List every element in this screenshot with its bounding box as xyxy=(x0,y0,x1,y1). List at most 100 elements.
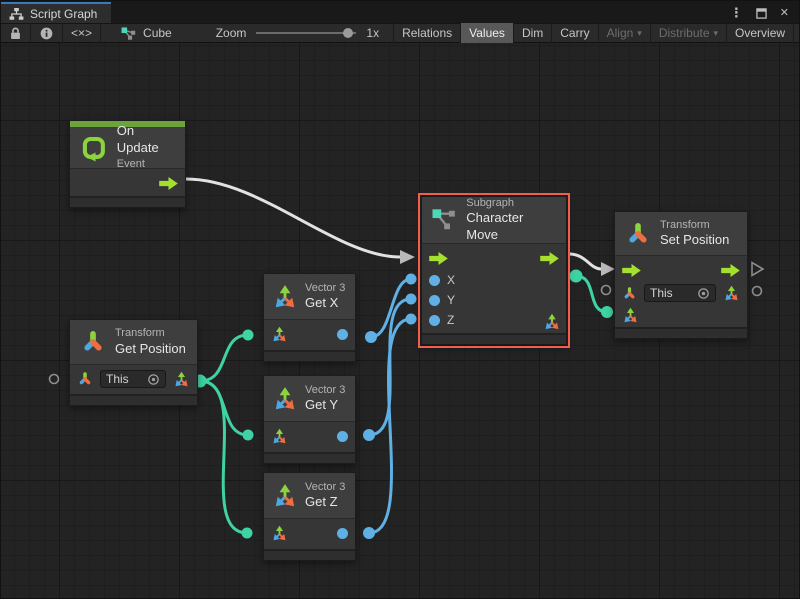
vector3-in-port-icon[interactable] xyxy=(622,307,639,324)
distribute-label: Distribute xyxy=(659,26,710,40)
value-out-port[interactable] xyxy=(337,329,348,340)
port-dot-getz-in[interactable] xyxy=(242,528,253,539)
port-dot-getx-out[interactable] xyxy=(365,331,377,343)
overview-button[interactable]: Overview xyxy=(727,23,793,43)
distribute-button[interactable]: Distribute ▾ xyxy=(651,23,726,43)
graph-canvas[interactable]: On Update Event Transform Get Position xyxy=(1,43,799,598)
port-dot-getx-in[interactable] xyxy=(243,330,254,341)
maximize-icon[interactable] xyxy=(756,8,767,19)
wire-charactermove-to-setposition-value[interactable] xyxy=(576,276,607,312)
graph-breadcrumb[interactable]: Cube xyxy=(113,23,180,43)
zoom-slider-handle[interactable] xyxy=(343,28,353,38)
value-out-port[interactable] xyxy=(337,431,348,442)
node-title: Get Z xyxy=(305,494,345,511)
port-dot-getz-out[interactable] xyxy=(363,527,375,539)
port-dot-charactermove-y[interactable] xyxy=(406,294,417,305)
align-button[interactable]: Align ▾ xyxy=(599,23,650,43)
flow-out-port[interactable] xyxy=(540,252,559,265)
node-header: Vector 3 Get X xyxy=(264,274,355,320)
carry-button[interactable]: Carry xyxy=(552,23,597,43)
vector3-icon xyxy=(272,386,298,412)
value-in-port-x[interactable] xyxy=(429,275,440,286)
node-header: Subgraph Character Move xyxy=(422,197,566,244)
window-controls: ⋮ ✕ xyxy=(730,6,799,23)
node-on-update[interactable]: On Update Event xyxy=(69,120,186,208)
port-dot-setposition-value-in[interactable] xyxy=(601,306,613,318)
lock-button[interactable] xyxy=(1,23,30,43)
node-get-y[interactable]: Vector 3 Get Y xyxy=(263,375,356,464)
zoom-slider-track[interactable] xyxy=(256,32,356,34)
node-get-position[interactable]: Transform Get Position This xyxy=(69,319,198,406)
port-circle-setposition-target[interactable] xyxy=(602,286,611,295)
port-dot-gety-in[interactable] xyxy=(243,430,254,441)
vector3-icon xyxy=(272,483,298,509)
info-button[interactable] xyxy=(31,23,62,43)
node-set-position[interactable]: Transform Set Position This xyxy=(614,211,748,339)
fullscreen-button[interactable]: Full Screen xyxy=(794,23,800,43)
node-character-move[interactable]: Subgraph Character Move X Y xyxy=(421,196,567,345)
value-out-port[interactable] xyxy=(337,528,348,539)
relations-button[interactable]: Relations xyxy=(394,23,460,43)
port-dot-charactermove-z[interactable] xyxy=(406,314,417,325)
vector3-out-port-icon[interactable] xyxy=(543,313,561,331)
node-title: Get Position xyxy=(115,341,186,358)
target-object-field[interactable]: This xyxy=(644,284,716,302)
tab-title: Script Graph xyxy=(30,7,97,21)
wire-getx-to-charactermove[interactable] xyxy=(371,279,411,337)
target-object-field[interactable]: This xyxy=(100,370,166,388)
vector3-out-port-icon[interactable] xyxy=(723,285,740,302)
close-icon[interactable]: ✕ xyxy=(780,6,789,20)
wire-getposition-to-getx[interactable] xyxy=(200,335,248,381)
node-footer xyxy=(615,327,747,338)
graph-tree-icon xyxy=(9,8,24,20)
graph-asset-icon xyxy=(121,27,136,40)
node-footer xyxy=(264,452,355,463)
port-circle-setposition-value-out[interactable] xyxy=(753,287,762,296)
port-circle-getposition-target[interactable] xyxy=(50,375,59,384)
vector3-port-icon[interactable] xyxy=(271,525,288,542)
value-in-port-z[interactable] xyxy=(429,315,440,326)
port-dot-gety-out[interactable] xyxy=(363,429,375,441)
wire-gety-to-charactermove[interactable] xyxy=(369,299,411,435)
zoom-label: Zoom xyxy=(216,26,247,40)
port-dot-charactermove-x[interactable] xyxy=(406,274,417,285)
value-in-port-y[interactable] xyxy=(429,295,440,306)
dim-button[interactable]: Dim xyxy=(514,23,551,43)
port-label-z: Z xyxy=(447,313,454,327)
vector3-port-icon[interactable] xyxy=(271,428,288,445)
menu-kebab-icon[interactable]: ⋮ xyxy=(730,6,743,20)
transform-port-icon xyxy=(77,371,93,387)
object-picker-icon[interactable] xyxy=(697,287,710,300)
object-picker-icon[interactable] xyxy=(147,373,160,386)
wire-getposition-to-gety[interactable] xyxy=(200,381,248,435)
node-get-z[interactable]: Vector 3 Get Z xyxy=(263,472,356,561)
tab-script-graph[interactable]: Script Graph xyxy=(1,2,111,23)
info-icon xyxy=(40,27,53,40)
port-dot-charactermove-out[interactable] xyxy=(570,270,583,283)
vector3-port-icon[interactable] xyxy=(173,371,190,388)
port-triangle-setposition-flow-out[interactable] xyxy=(752,263,763,276)
code-preview-button[interactable]: <×> xyxy=(63,23,100,43)
wire-getposition-to-getz[interactable] xyxy=(200,381,247,533)
flow-in-port[interactable] xyxy=(622,264,641,277)
node-get-x[interactable]: Vector 3 Get X xyxy=(263,273,356,362)
node-title: Get X xyxy=(305,295,345,312)
toolbar-separator xyxy=(100,23,101,43)
node-type: Subgraph xyxy=(466,196,556,210)
wire-getz-to-charactermove[interactable] xyxy=(369,319,411,533)
flow-out-port[interactable] xyxy=(159,177,178,190)
vector3-port-icon[interactable] xyxy=(271,326,288,343)
zoom-value: 1x xyxy=(366,26,379,40)
values-button[interactable]: Values xyxy=(461,23,513,43)
node-body: This xyxy=(615,256,747,327)
node-footer xyxy=(422,333,566,344)
node-footer xyxy=(264,549,355,560)
transform-port-icon xyxy=(622,286,637,301)
flow-out-port[interactable] xyxy=(721,264,740,277)
subgraph-icon xyxy=(432,209,457,231)
node-title: On Update xyxy=(117,123,175,157)
target-value: This xyxy=(106,372,129,386)
wire-charactermove-to-setposition[interactable] xyxy=(569,254,601,269)
flow-in-port[interactable] xyxy=(429,252,448,265)
wire-onupdate-to-charactermove[interactable] xyxy=(186,179,400,257)
